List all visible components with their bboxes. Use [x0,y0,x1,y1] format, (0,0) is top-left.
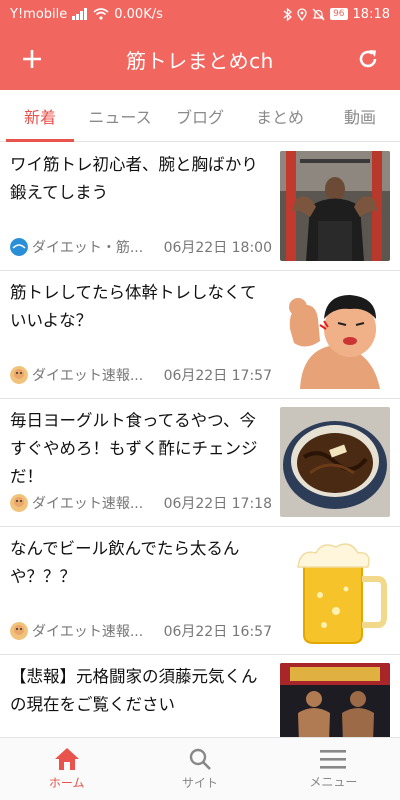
article-item[interactable]: ワイ筋トレ初心者、腕と胸ばかり鍛えてしまう ダイエット・筋... 06月22日 … [0,143,400,271]
search-icon [189,748,211,770]
nav-menu-label: メニュー [309,775,358,789]
mute-icon [312,8,325,21]
tab-video[interactable]: 動画 [320,90,400,141]
article-meta: ダイエット・筋... 06月22日 18:00 [10,237,272,257]
tab-news[interactable]: ニュース [80,90,160,141]
article-site: ダイエット速報... [32,624,144,640]
bluetooth-icon [283,7,293,21]
article-date: 06月22日 16:57 [163,624,272,640]
site-logo-icon [10,494,28,512]
plus-icon [23,50,41,68]
article-thumbnail [280,663,390,737]
article-site: ダイエット速報... [32,496,144,512]
location-icon [297,7,307,21]
article-item[interactable]: 毎日ヨーグルト食ってるやつ、今すぐやめろ！もずく酢にチェンジだ！ ダイエット速報… [0,399,400,527]
article-item[interactable]: 筋トレしてたら体幹トレしなくていいよな？ ダイエット速報... 06月22日 1… [0,271,400,399]
article-title: 毎日ヨーグルト食ってるやつ、今すぐやめろ！もずく酢にチェンジだ！ [10,411,258,486]
menu-icon [320,750,347,769]
category-tabs: 新着 ニュース ブログ まとめ 動画 [0,90,400,142]
home-icon [54,748,79,770]
article-thumbnail [280,535,390,645]
nav-site[interactable]: サイト [133,738,266,800]
wifi-icon [93,8,109,20]
site-logo-icon [10,238,28,256]
article-meta: ダイエット速報... 06月22日 17:57 [10,365,272,385]
nav-site-label: サイト [181,776,218,790]
article-thumbnail [280,407,390,517]
app-bar: 筋トレまとめch [0,28,400,90]
add-button[interactable] [4,28,60,90]
tab-blog[interactable]: ブログ [160,90,240,141]
article-date: 06月22日 17:18 [163,496,272,512]
status-bar: Y!mobile 0.00K/s 96 18:18 [0,0,400,28]
bottom-navigation: ホーム サイト メニュー [0,737,400,800]
article-item[interactable]: 【悲報】元格闘家の須藤元気くんの現在をご覧ください [0,655,400,737]
article-title: 【悲報】元格闘家の須藤元気くんの現在をご覧ください [10,667,258,714]
article-title: ワイ筋トレ初心者、腕と胸ばかり鍛えてしまう [10,155,258,202]
article-meta: ダイエット速報... 06月22日 17:18 [10,493,272,513]
article-site: ダイエット速報... [32,368,144,384]
article-thumbnail [280,279,390,389]
article-meta: ダイエット速報... 06月22日 16:57 [10,621,272,641]
battery-icon: 96 [330,8,348,20]
article-item[interactable]: なんでビール飲んでたら太るんや？？？ ダイエット速報... 06月22日 16:… [0,527,400,655]
network-speed: 0.00K/s [114,6,163,22]
refresh-button[interactable] [340,28,396,90]
nav-home-label: ホーム [48,776,85,790]
article-date: 06月22日 17:57 [163,368,272,384]
refresh-icon [359,50,377,68]
article-site: ダイエット・筋... [32,240,144,256]
nav-home[interactable]: ホーム [0,738,133,800]
site-logo-icon [10,622,28,640]
signal-icon [72,8,88,20]
article-title: なんでビール飲んでたら太るんや？？？ [10,539,240,586]
site-logo-icon [10,366,28,384]
carrier-label: Y!mobile [10,6,68,22]
article-title: 筋トレしてたら体幹トレしなくていいよな？ [10,283,257,330]
nav-menu[interactable]: メニュー [267,738,400,800]
article-list: ワイ筋トレ初心者、腕と胸ばかり鍛えてしまう ダイエット・筋... 06月22日 … [0,143,400,737]
app-title: 筋トレまとめch [126,48,274,73]
tab-summary[interactable]: まとめ [240,90,320,141]
status-time: 18:18 [352,6,390,22]
tab-new[interactable]: 新着 [0,90,80,142]
article-thumbnail [280,151,390,261]
article-date: 06月22日 18:00 [163,240,272,256]
